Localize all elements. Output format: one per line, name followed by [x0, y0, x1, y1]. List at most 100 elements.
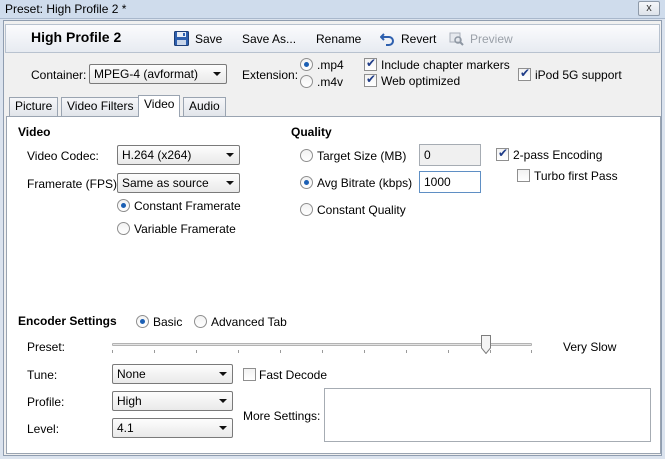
preset-slider-thumb[interactable] — [481, 335, 491, 354]
chevron-down-icon — [226, 153, 234, 157]
profile-select[interactable]: High — [112, 391, 233, 411]
tab-video-filters-label: Video Filters — [67, 99, 134, 113]
avg-bitrate-field[interactable]: 1000 — [419, 171, 481, 193]
target-size-label: Target Size (MB) — [317, 149, 407, 163]
preview-button[interactable]: Preview — [449, 29, 519, 49]
save-as-button[interactable]: Save As... — [242, 29, 302, 49]
tune-label: Tune: — [27, 368, 58, 382]
rename-button[interactable]: Rename — [316, 29, 366, 49]
title-bar: Preset: High Profile 2 * x — [0, 0, 665, 19]
fast-decode-checkbox[interactable] — [243, 368, 256, 381]
more-settings-textarea[interactable] — [324, 388, 651, 442]
more-settings-label: More Settings: — [243, 409, 321, 423]
avg-bitrate-label: Avg Bitrate (kbps) — [317, 176, 413, 190]
container-value: MPEG-4 (avformat) — [94, 67, 199, 81]
extension-label: Extension: — [242, 68, 299, 82]
extension-m4v-radio[interactable] — [300, 75, 313, 88]
include-chapter-markers-checkbox[interactable] — [364, 56, 377, 71]
slider-tick — [280, 350, 281, 353]
chevron-down-icon — [219, 372, 227, 376]
preview-icon — [449, 32, 464, 46]
constant-quality-label: Constant Quality — [317, 203, 406, 217]
revert-icon — [380, 33, 394, 46]
close-button[interactable]: x — [638, 1, 660, 16]
preview-label: Preview — [470, 32, 513, 46]
advanced-tab-label: Advanced Tab — [211, 315, 287, 329]
target-size-field[interactable]: 0 — [419, 144, 481, 166]
tab-audio[interactable]: Audio — [183, 97, 226, 116]
revert-button[interactable]: Revert — [380, 29, 440, 49]
two-pass-encoding-checkbox[interactable] — [496, 146, 509, 161]
revert-label: Revert — [401, 32, 437, 46]
tab-video[interactable]: Video — [138, 95, 181, 117]
level-value: 4.1 — [117, 421, 134, 435]
video-codec-value: H.264 (x264) — [122, 148, 192, 162]
video-codec-select[interactable]: H.264 (x264) — [117, 145, 240, 165]
constant-framerate-label: Constant Framerate — [134, 199, 241, 213]
save-as-label: Save As... — [242, 32, 297, 46]
save-button[interactable]: Save — [174, 29, 232, 49]
slider-tick — [364, 350, 365, 353]
window-title: Preset: High Profile 2 * — [5, 2, 127, 16]
tune-select[interactable]: None — [112, 364, 233, 384]
variable-framerate-radio[interactable] — [117, 222, 130, 235]
include-chapter-markers-label: Include chapter markers — [381, 58, 510, 72]
quality-section-title: Quality — [291, 125, 332, 139]
save-icon — [174, 31, 189, 46]
container-label: Container: — [31, 68, 87, 82]
profile-label: Profile: — [27, 395, 65, 409]
framerate-label: Framerate (FPS): — [27, 177, 121, 191]
profile-value: High — [117, 394, 142, 408]
constant-quality-radio[interactable] — [300, 203, 313, 216]
slider-tick — [154, 350, 155, 353]
level-select[interactable]: 4.1 — [112, 418, 233, 438]
level-label: Level: — [27, 422, 60, 436]
framerate-value: Same as source — [122, 176, 209, 190]
chevron-down-icon — [226, 181, 234, 185]
preset-label: Preset: — [27, 340, 66, 354]
container-select[interactable]: MPEG-4 (avformat) — [89, 64, 227, 84]
web-optimized-label: Web optimized — [381, 74, 461, 88]
tune-value: None — [117, 367, 146, 381]
avg-bitrate-radio[interactable] — [300, 176, 313, 189]
turbo-first-pass-label: Turbo first Pass — [534, 169, 618, 183]
extension-m4v-label: .m4v — [317, 75, 344, 89]
turbo-first-pass-checkbox[interactable] — [517, 169, 530, 182]
constant-framerate-radio[interactable] — [117, 199, 130, 212]
save-label: Save — [195, 32, 223, 46]
tab-picture-label: Picture — [15, 99, 53, 113]
slider-tick — [196, 350, 197, 353]
slider-tick — [238, 350, 239, 353]
video-section-title: Video — [18, 125, 51, 139]
video-codec-label: Video Codec: — [27, 149, 99, 163]
slider-tick — [448, 350, 449, 353]
chevron-down-icon — [213, 72, 221, 76]
extension-mp4-label: .mp4 — [317, 58, 344, 72]
advanced-tab-radio[interactable] — [194, 315, 207, 328]
rename-label: Rename — [316, 32, 362, 46]
avg-bitrate-value: 1000 — [424, 175, 451, 189]
variable-framerate-label: Variable Framerate — [134, 222, 236, 236]
extension-mp4-radio[interactable] — [300, 58, 313, 71]
chevron-down-icon — [219, 399, 227, 403]
toolbar: High Profile 2 Save Save As... Rename Re… — [5, 24, 660, 53]
ipod-5g-support-checkbox[interactable] — [518, 66, 531, 81]
encoder-settings-title: Encoder Settings — [18, 314, 117, 328]
preset-value: Very Slow — [563, 340, 617, 354]
preset-slider-track[interactable] — [112, 343, 532, 346]
fast-decode-label: Fast Decode — [259, 368, 328, 382]
basic-radio[interactable] — [136, 315, 149, 328]
web-optimized-checkbox[interactable] — [364, 72, 377, 87]
tab-picture[interactable]: Picture — [9, 97, 59, 116]
ipod-5g-support-label: iPod 5G support — [535, 68, 622, 82]
framerate-select[interactable]: Same as source — [117, 173, 240, 193]
target-size-radio[interactable] — [300, 149, 313, 162]
slider-tick — [112, 350, 113, 353]
slider-tick — [322, 350, 323, 353]
target-size-value: 0 — [424, 148, 431, 162]
tab-audio-label: Audio — [189, 99, 220, 113]
two-pass-encoding-label: 2-pass Encoding — [513, 148, 603, 162]
tab-video-filters[interactable]: Video Filters — [61, 97, 140, 116]
slider-tick — [406, 350, 407, 353]
chevron-down-icon — [219, 426, 227, 430]
